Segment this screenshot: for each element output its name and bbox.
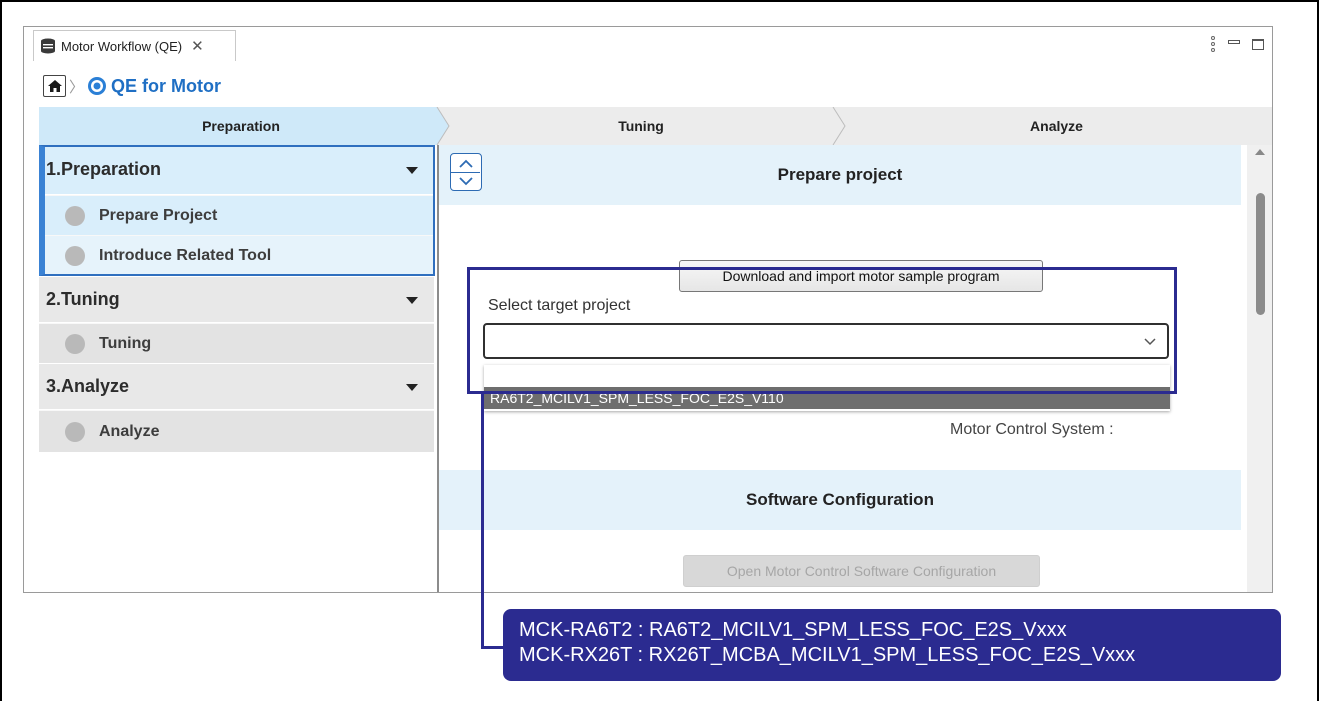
callout-connector bbox=[481, 391, 484, 649]
sidebar-item-analyze[interactable]: Analyze bbox=[39, 410, 434, 452]
sidebar-item-label: Analyze bbox=[99, 422, 160, 440]
vertical-scrollbar[interactable] bbox=[1247, 145, 1272, 592]
sidebar-group-label: 3.Analyze bbox=[46, 376, 130, 396]
sidebar-group-preparation[interactable]: 1.Preparation bbox=[39, 145, 434, 195]
tab-motor-workflow[interactable]: Motor Workflow (QE) ✕ bbox=[33, 30, 236, 61]
section-title: Software Configuration bbox=[746, 490, 934, 509]
status-dot-icon bbox=[65, 205, 85, 226]
status-dot-icon bbox=[65, 421, 85, 442]
section-title: Prepare project bbox=[777, 165, 903, 184]
motor-workflow-window: Motor Workflow (QE) ✕ 〉 QE for Motor Pre… bbox=[23, 26, 1273, 593]
minimize-icon[interactable] bbox=[1228, 40, 1240, 44]
chevron-up-icon[interactable] bbox=[451, 154, 480, 172]
step-analyze[interactable]: Analyze bbox=[839, 107, 1272, 145]
maximize-icon[interactable] bbox=[1252, 38, 1264, 50]
caret-down-icon[interactable] bbox=[406, 383, 418, 391]
open-software-configuration-button[interactable]: Open Motor Control Software Configuratio… bbox=[683, 555, 1040, 587]
target-project-select[interactable] bbox=[483, 323, 1169, 359]
caret-down-icon[interactable] bbox=[406, 166, 418, 174]
motor-control-system-label: Motor Control System : bbox=[950, 421, 1114, 438]
database-icon bbox=[41, 38, 55, 54]
step-preparation[interactable]: Preparation bbox=[39, 107, 443, 145]
view-menu-icon[interactable] bbox=[1210, 36, 1216, 52]
sidebar-item-tuning[interactable]: Tuning bbox=[39, 323, 434, 363]
section-navigation-control bbox=[450, 153, 482, 191]
sidebar-group-analyze[interactable]: 3.Analyze bbox=[39, 364, 434, 410]
annotation-callout: MCK-RA6T2 : RA6T2_MCILV1_SPM_LESS_FOC_E2… bbox=[503, 609, 1281, 681]
status-dot-icon bbox=[65, 333, 85, 354]
close-icon[interactable]: ✕ bbox=[191, 37, 204, 55]
sidebar-item-label: Introduce Related Tool bbox=[99, 246, 272, 264]
home-icon[interactable] bbox=[43, 75, 66, 97]
tab-title: Motor Workflow (QE) bbox=[61, 38, 183, 54]
sidebar-item-label: Prepare Project bbox=[99, 206, 218, 224]
callout-line: MCK-RX26T : RX26T_MCBA_MCILV1_SPM_LESS_F… bbox=[519, 644, 1136, 666]
sidebar-item-introduce-related-tool[interactable]: Introduce Related Tool bbox=[39, 235, 434, 275]
select-target-project-label: Select target project bbox=[488, 297, 631, 314]
callout-connector bbox=[481, 646, 505, 649]
dropdown-option-selected[interactable]: RA6T2_MCILV1_SPM_LESS_FOC_E2S_V110 bbox=[484, 387, 1170, 409]
sidebar-group-label: 2.Tuning bbox=[46, 289, 120, 309]
software-configuration-header: Software Configuration bbox=[439, 470, 1241, 530]
project-dropdown-list: RA6T2_MCILV1_SPM_LESS_FOC_E2S_V110 bbox=[484, 365, 1170, 411]
breadcrumb-separator: 〉 bbox=[69, 78, 85, 96]
tab-bar: Motor Workflow (QE) ✕ bbox=[24, 27, 1272, 64]
scrollbar-thumb[interactable] bbox=[1256, 193, 1265, 315]
prepare-project-header: Prepare project bbox=[439, 145, 1241, 205]
status-dot-icon bbox=[65, 245, 85, 266]
workflow-stepper: Preparation Tuning Analyze bbox=[39, 107, 1272, 145]
step-tuning[interactable]: Tuning bbox=[443, 107, 839, 145]
chevron-down-icon[interactable] bbox=[451, 172, 480, 190]
sidebar-group-label: 1.Preparation bbox=[46, 159, 162, 179]
qe-motor-logo-icon bbox=[88, 77, 107, 95]
sidebar-item-label: Tuning bbox=[99, 334, 152, 352]
breadcrumb: 〉 QE for Motor bbox=[43, 73, 221, 99]
dropdown-option-empty[interactable] bbox=[484, 365, 1170, 387]
callout-line: MCK-RA6T2 : RA6T2_MCILV1_SPM_LESS_FOC_E2… bbox=[519, 619, 1067, 641]
window-controls bbox=[1210, 36, 1264, 52]
chevron-down-icon bbox=[1144, 338, 1156, 346]
sidebar-item-prepare-project[interactable]: Prepare Project bbox=[39, 195, 434, 235]
download-sample-program-button[interactable]: Download and import motor sample program bbox=[679, 260, 1043, 292]
caret-down-icon[interactable] bbox=[406, 296, 418, 304]
main-content: Prepare project Download and import moto… bbox=[439, 145, 1247, 592]
page-title[interactable]: QE for Motor bbox=[111, 76, 221, 97]
sidebar: 1.Preparation Prepare Project Introduce … bbox=[39, 145, 436, 592]
scroll-up-icon[interactable] bbox=[1255, 149, 1265, 155]
sidebar-group-tuning[interactable]: 2.Tuning bbox=[39, 277, 434, 323]
